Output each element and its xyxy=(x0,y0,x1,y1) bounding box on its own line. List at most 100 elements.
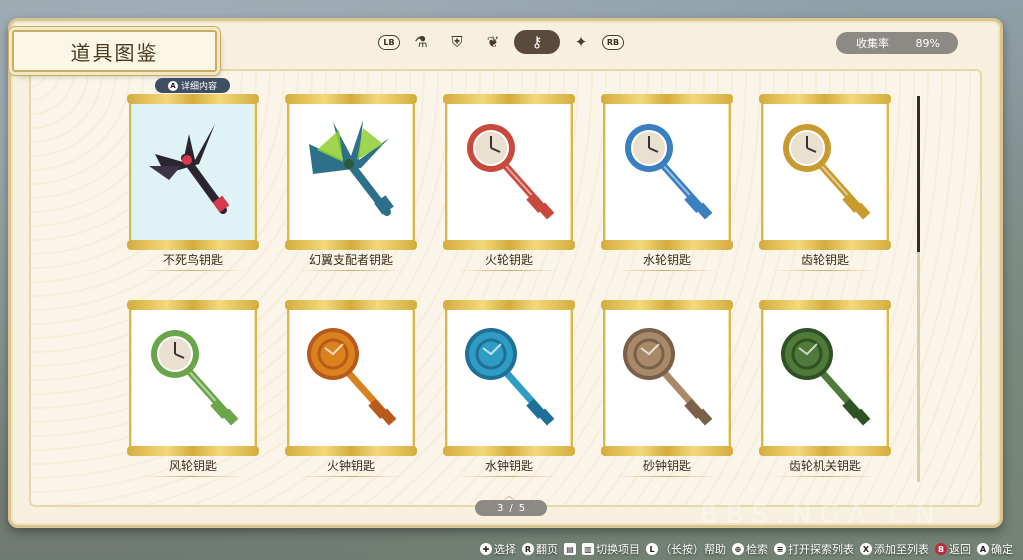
item-card[interactable] xyxy=(285,300,417,456)
item-name: 齿轮机关钥匙 xyxy=(788,459,861,473)
tab-crystal[interactable]: ✦ xyxy=(566,30,596,54)
card-crest-top xyxy=(601,94,733,104)
card-crest-top xyxy=(443,300,575,310)
controller-button-icon: ▤ xyxy=(564,543,576,555)
hint-item[interactable]: ▤ xyxy=(564,543,576,555)
a-button-icon: A xyxy=(167,80,178,91)
item-name: 火钟钥匙 xyxy=(326,459,375,473)
card-crest-bottom xyxy=(127,446,259,456)
scrollbar-thumb[interactable] xyxy=(917,96,920,252)
card-crest-top xyxy=(443,94,575,104)
item-slot[interactable]: 砂钟钥匙 xyxy=(591,284,741,484)
name-divider xyxy=(774,476,876,477)
card-crest-bottom xyxy=(443,240,575,250)
berries-icon: ❦ xyxy=(486,33,500,51)
name-divider xyxy=(616,476,718,477)
card-crest-bottom xyxy=(601,446,733,456)
card-crest-bottom xyxy=(285,446,417,456)
name-divider xyxy=(142,476,244,477)
collection-rate: 收集率 89% xyxy=(836,32,958,54)
item-slot[interactable]: 不死鸟钥匙 xyxy=(117,78,267,278)
hint-item[interactable]: ✚ 选择 xyxy=(480,541,516,557)
card-crest-bottom xyxy=(759,446,891,456)
name-divider xyxy=(300,270,402,271)
card-crest-bottom xyxy=(601,240,733,250)
hint-item[interactable]: L （长按）帮助 xyxy=(646,541,726,557)
item-name: 水钟钥匙 xyxy=(484,459,533,473)
name-divider xyxy=(458,270,560,271)
item-card[interactable] xyxy=(601,300,733,456)
item-slot[interactable]: 水钟钥匙 xyxy=(433,284,583,484)
scrollbar[interactable] xyxy=(917,96,920,482)
item-card[interactable] xyxy=(443,94,575,250)
collection-rate-label: 收集率 xyxy=(856,37,889,50)
category-tabbar: LB ⚗ ⛨ ❦ ⚷ ✦ RB xyxy=(378,29,624,55)
page-total: 5 xyxy=(518,502,526,514)
card-crest-top xyxy=(759,300,891,310)
hint-label: 返回 xyxy=(949,543,971,556)
card-crest-bottom xyxy=(443,446,575,456)
button-hint-bar: ✚ 选择 R 翻页 ▤ ▥ 切换项目 L （长按）帮助 ⊕ 检索 ≡ 打开探索列表 X 添加至列表 B 返回 A 确… xyxy=(480,540,1013,558)
hint-item[interactable]: ≡ 打开探索列表 xyxy=(774,541,854,557)
name-divider xyxy=(774,270,876,271)
hint-item[interactable]: X 添加至列表 xyxy=(860,541,929,557)
name-divider xyxy=(616,270,718,271)
lb-button[interactable]: LB xyxy=(378,34,400,50)
card-crest-top xyxy=(285,300,417,310)
watermark: BBS.NGA.CN xyxy=(700,500,943,530)
name-divider xyxy=(300,476,402,477)
rb-button[interactable]: RB xyxy=(602,34,624,50)
tab-pot[interactable]: ⚗ xyxy=(406,30,436,54)
item-slot[interactable]: 风轮钥匙 xyxy=(117,284,267,484)
controller-button-icon: R xyxy=(522,543,534,555)
item-card[interactable] xyxy=(759,94,891,250)
hint-item[interactable]: A 确定 xyxy=(977,541,1013,557)
detail-badge[interactable]: A 详细内容 xyxy=(155,78,230,93)
item-name: 齿轮钥匙 xyxy=(800,253,849,267)
item-slot[interactable]: 幻翼支配者钥匙 xyxy=(275,78,425,278)
hint-item[interactable]: ▥ 切换项目 xyxy=(582,541,640,557)
detail-badge-label: 详细内容 xyxy=(180,82,217,92)
controller-button-icon: L xyxy=(646,543,658,555)
item-name: 幻翼支配者钥匙 xyxy=(308,253,393,267)
item-slot[interactable]: 火轮钥匙 xyxy=(433,78,583,278)
item-slot[interactable]: 齿轮钥匙 xyxy=(749,78,899,278)
controller-button-icon: B xyxy=(935,543,947,555)
hint-item[interactable]: ⊕ 检索 xyxy=(732,541,768,557)
card-crest-top xyxy=(127,300,259,310)
controller-button-icon: X xyxy=(860,543,872,555)
crystal-icon: ✦ xyxy=(574,33,588,51)
tab-keys[interactable]: ⚷ xyxy=(514,30,560,54)
item-slot[interactable]: 火钟钥匙 xyxy=(275,284,425,484)
page-separator: / xyxy=(509,502,513,514)
card-crest-top xyxy=(759,94,891,104)
hint-label: 打开探索列表 xyxy=(788,543,854,556)
item-card[interactable] xyxy=(601,94,733,250)
item-slot[interactable]: 齿轮机关钥匙 xyxy=(749,284,899,484)
item-card[interactable] xyxy=(285,94,417,250)
item-card[interactable] xyxy=(127,300,259,456)
hint-item[interactable]: B 返回 xyxy=(935,541,971,557)
tab-equipment[interactable]: ⛨ xyxy=(442,30,472,54)
name-divider xyxy=(458,476,560,477)
name-divider xyxy=(142,270,244,271)
hint-item[interactable]: R 翻页 xyxy=(522,541,558,557)
item-card[interactable] xyxy=(127,94,259,250)
hint-label: （长按）帮助 xyxy=(660,543,726,556)
hint-label: 选择 xyxy=(494,543,516,556)
card-crest-top xyxy=(601,300,733,310)
controller-button-icon: A xyxy=(977,543,989,555)
item-slot[interactable]: 水轮钥匙 xyxy=(591,78,741,278)
tab-materials[interactable]: ❦ xyxy=(478,30,508,54)
page-current: 3 xyxy=(496,502,504,514)
page-indicator: 3 / 5 xyxy=(475,500,547,516)
hint-label: 确定 xyxy=(991,543,1013,556)
item-grid: 不死鸟钥匙 幻翼支配者钥匙 火轮钥匙 水轮钥匙 齿轮钥匙 风轮钥匙 火钟钥匙 水… xyxy=(117,78,907,488)
item-card[interactable] xyxy=(759,300,891,456)
card-crest-top xyxy=(127,94,259,104)
item-card[interactable] xyxy=(443,300,575,456)
shield-sword-icon: ⛨ xyxy=(451,33,463,51)
hint-label: 检索 xyxy=(746,543,768,556)
item-name: 水轮钥匙 xyxy=(642,253,691,267)
card-crest-top xyxy=(285,94,417,104)
